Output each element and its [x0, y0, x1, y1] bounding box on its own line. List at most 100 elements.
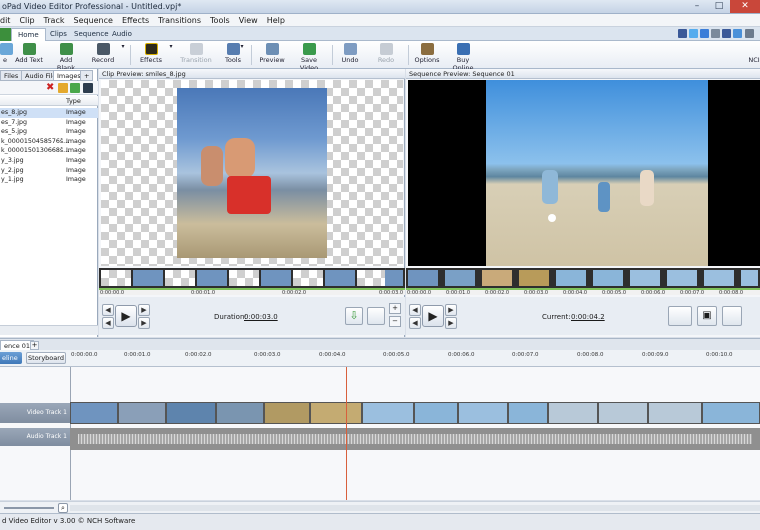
add-folder-icon[interactable] — [58, 83, 68, 93]
list-item[interactable]: k_0000150458576š... Image — [0, 137, 98, 147]
video-clip[interactable] — [70, 402, 118, 424]
add-to-sequence-button[interactable]: ⇩ — [345, 307, 363, 325]
minimize-button[interactable]: – — [686, 0, 708, 13]
video-clip[interactable] — [598, 402, 648, 424]
facebook-icon[interactable] — [678, 29, 687, 38]
toolbar-add-files-button[interactable]: e — [0, 43, 13, 68]
effects-button[interactable]: Effects — [136, 43, 166, 68]
list-item[interactable]: es_5.jpg Image — [0, 127, 98, 137]
tab-video-files[interactable]: Files — [0, 70, 23, 81]
menu-track[interactable]: Track — [44, 16, 65, 25]
video-clip[interactable] — [310, 402, 362, 424]
play-button[interactable]: ▶ — [115, 305, 137, 327]
menu-effects[interactable]: Effects — [122, 16, 149, 25]
current-value[interactable]: 0:00:04.2 — [571, 313, 605, 321]
storyboard-mode-button[interactable]: Storyboard — [26, 352, 66, 364]
zoom-out-icon[interactable]: − — [389, 316, 401, 327]
tab-audio[interactable]: Audio — [106, 28, 138, 41]
zoom-slider[interactable] — [4, 507, 54, 509]
camera-icon[interactable]: ▣ — [697, 306, 717, 326]
maximize-button[interactable]: □ — [708, 0, 730, 13]
list-item[interactable]: y_2.jpg Image — [0, 166, 98, 176]
buy-online-button[interactable]: Buy Online — [446, 43, 480, 72]
video-clip[interactable] — [264, 402, 310, 424]
timeline-scrollbar[interactable] — [70, 505, 760, 511]
add-bin-tab[interactable]: + — [80, 70, 94, 81]
list-item[interactable]: es_7.jpg Image — [0, 118, 98, 128]
skip-start-button[interactable]: ◀ — [102, 304, 114, 316]
list-item[interactable]: y_1.jpg Image — [0, 175, 98, 185]
duration-value[interactable]: 0:00:03.0 — [244, 313, 278, 321]
clip-filmstrip[interactable] — [99, 268, 405, 288]
facebook-like-icon[interactable] — [722, 29, 731, 38]
video-clip[interactable] — [458, 402, 508, 424]
twitter-icon[interactable] — [689, 29, 698, 38]
video-clip[interactable] — [648, 402, 702, 424]
step-back-button[interactable]: ◀ — [102, 317, 114, 329]
record-dropdown[interactable]: ▾ — [120, 43, 126, 68]
sequence-filmstrip[interactable] — [406, 268, 760, 288]
list-item[interactable]: k_0000150130668š... Image — [0, 146, 98, 156]
skip-end-button[interactable]: ▶ — [138, 304, 150, 316]
skip-start-button[interactable]: ◀ — [409, 304, 421, 316]
step-back-button[interactable]: ◀ — [409, 317, 421, 329]
type-column-header[interactable]: Type — [66, 97, 81, 105]
step-forward-button[interactable]: ▶ — [138, 317, 150, 329]
tools-dropdown[interactable]: ▾ — [239, 43, 245, 68]
video-clip[interactable] — [216, 402, 264, 424]
options-button[interactable]: Options — [414, 43, 440, 68]
clip-ruler[interactable]: 0:00:00.0 0:00:01.0 0:00:02.0 0:00:03.0 — [99, 288, 405, 296]
list-item[interactable]: es_8.jpg Image — [0, 108, 98, 118]
add-sequence-button[interactable]: + — [30, 341, 39, 350]
audio-track-lane[interactable] — [70, 428, 760, 450]
menu-clip[interactable]: Clip — [19, 16, 34, 25]
split-clip-button[interactable] — [367, 307, 385, 325]
timeline-mode-button[interactable]: eline — [0, 352, 22, 364]
record-button[interactable]: Record — [88, 43, 118, 68]
menu-tools[interactable]: Tools — [210, 16, 230, 25]
zoom-icon[interactable]: ⌕ — [58, 503, 68, 513]
close-button[interactable]: ✕ — [730, 0, 760, 13]
video-track-lane[interactable] — [70, 402, 760, 424]
video-clip[interactable] — [548, 402, 598, 424]
menu-help[interactable]: Help — [267, 16, 285, 25]
ribbon-options-icon[interactable] — [745, 29, 754, 38]
timeline-ruler[interactable]: 0:00:00.0 0:00:01.0 0:00:02.0 0:00:03.0 … — [70, 350, 760, 367]
preview-button[interactable]: Preview — [258, 43, 286, 68]
fullscreen-button[interactable] — [722, 306, 742, 326]
menu-sequence[interactable]: Sequence — [73, 16, 112, 25]
share-icon[interactable] — [700, 29, 709, 38]
add-blank-button[interactable]: Add Blank — [50, 43, 82, 72]
email-icon[interactable] — [711, 29, 720, 38]
media-scrollbar[interactable] — [0, 325, 98, 335]
remove-icon[interactable]: ✖ — [46, 83, 56, 93]
step-forward-button[interactable]: ▶ — [445, 317, 457, 329]
playhead-line[interactable] — [346, 367, 347, 500]
view-mode-icon[interactable] — [83, 83, 93, 93]
video-clip[interactable] — [362, 402, 414, 424]
video-clip[interactable] — [414, 402, 458, 424]
video-clip[interactable] — [508, 402, 548, 424]
video-clip[interactable] — [702, 402, 760, 424]
zoom-in-icon[interactable]: + — [389, 303, 401, 314]
list-item[interactable]: y_3.jpg Image — [0, 156, 98, 166]
video-clip[interactable] — [118, 402, 166, 424]
menu-transitions[interactable]: Transitions — [158, 16, 201, 25]
transition-button[interactable]: Transition — [178, 43, 214, 68]
redo-button[interactable]: Redo — [374, 43, 398, 68]
play-button[interactable]: ▶ — [422, 305, 444, 327]
add-to-sequence-icon[interactable] — [70, 83, 80, 93]
audio-track-header[interactable]: Audio Track 1 — [0, 428, 70, 446]
help-icon[interactable] — [733, 29, 742, 38]
skip-end-button[interactable]: ▶ — [445, 304, 457, 316]
add-text-button[interactable]: Add Text — [14, 43, 44, 68]
effects-dropdown[interactable]: ▾ — [168, 43, 174, 68]
menu-view[interactable]: View — [239, 16, 258, 25]
menu-edit[interactable]: dit — [0, 16, 10, 25]
video-track-header[interactable]: Video Track 1 — [0, 403, 70, 423]
save-video-button[interactable]: Save Video — [292, 43, 326, 72]
video-clip[interactable] — [166, 402, 216, 424]
snapshot-options-button[interactable] — [668, 306, 692, 326]
tab-home[interactable]: Home — [11, 28, 46, 41]
sequence-ruler[interactable]: 0:00:00.0 0:00:01.0 0:00:02.0 0:00:03.0 … — [406, 288, 760, 296]
